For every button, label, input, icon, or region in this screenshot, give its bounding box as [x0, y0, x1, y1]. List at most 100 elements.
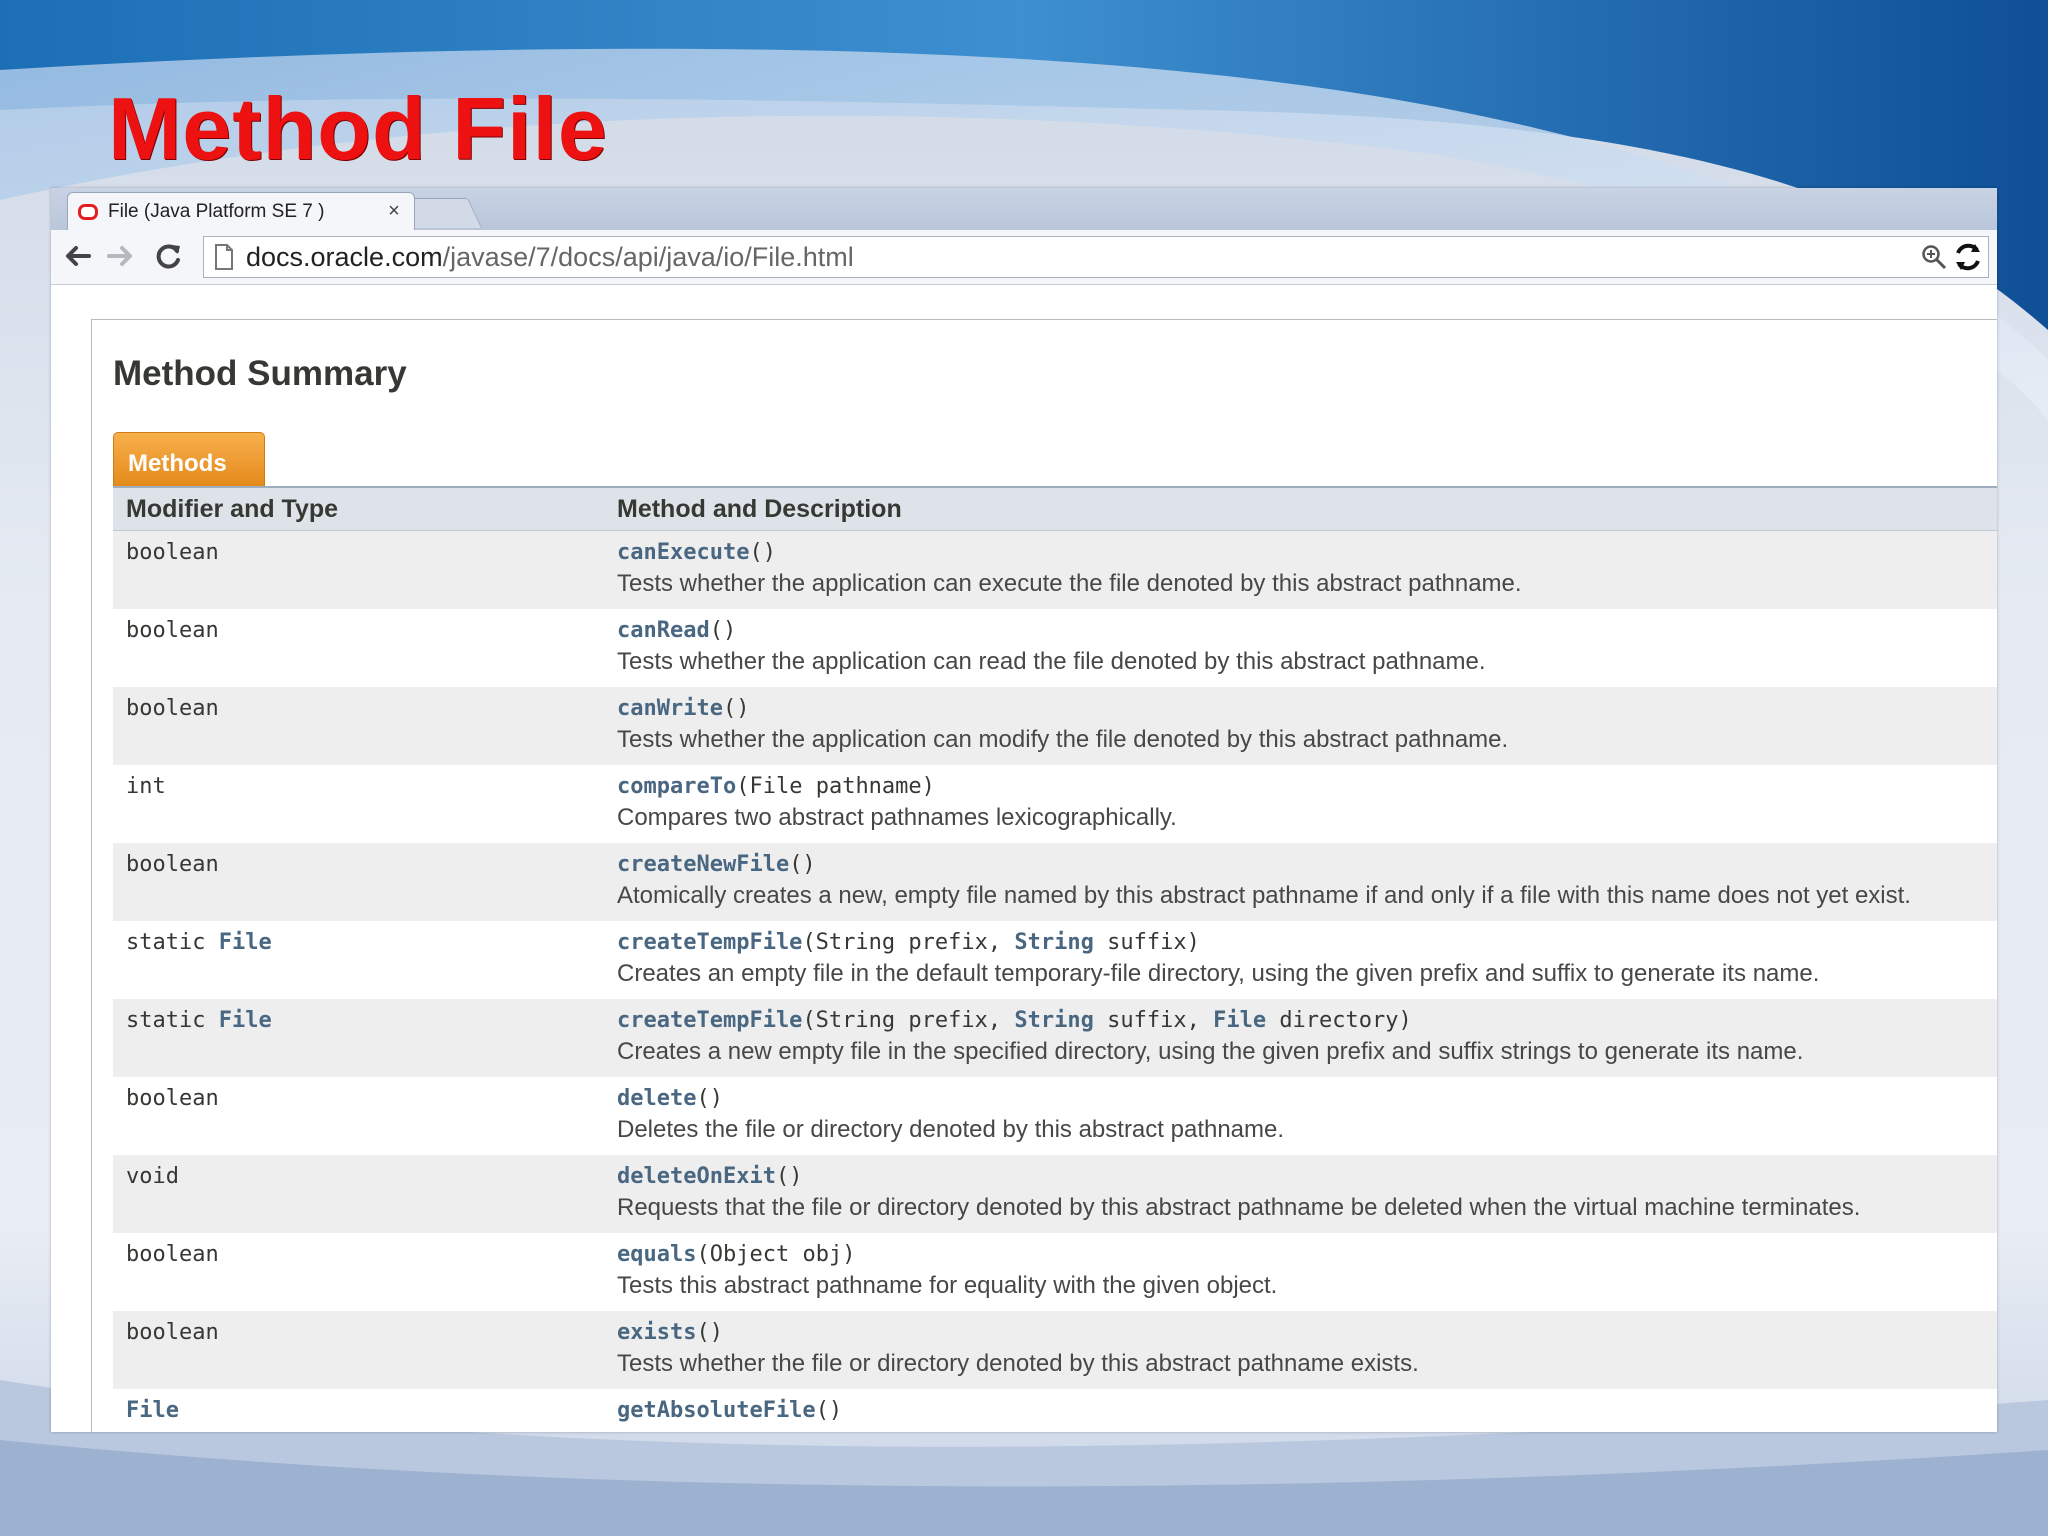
return-type: boolean — [126, 1241, 219, 1267]
method-description-cell: deleteOnExit() Requests that the file or … — [604, 1154, 1997, 1233]
browser-window: File (Java Platform SE 7 ) × docs.oracle… — [51, 188, 1997, 1432]
tab-strip: File (Java Platform SE 7 ) × — [51, 188, 1997, 230]
method-signature: canExecute() — [617, 540, 776, 565]
forward-arrow-icon[interactable] — [103, 238, 139, 274]
method-description: Tests whether the application can execut… — [617, 570, 1522, 597]
method-name-link[interactable]: createTempFile — [617, 1008, 802, 1033]
method-name-link[interactable]: canWrite — [617, 696, 723, 721]
modifier-type-cell: boolean — [113, 608, 604, 687]
table-row: boolean delete() Deletes the file or direc… — [113, 1076, 1997, 1155]
method-name-link[interactable]: delete — [617, 1086, 696, 1111]
method-description-cell: delete() Deletes the file or directory de… — [604, 1076, 1997, 1155]
method-name-link[interactable]: createTempFile — [617, 930, 802, 955]
return-type: static File — [126, 1007, 272, 1033]
page-content: Method Summary Methods Modifier and Type… — [51, 285, 1997, 1432]
modifier-type-cell: File — [113, 1388, 604, 1432]
header-modifier-type: Modifier and Type — [113, 486, 604, 531]
method-name-link[interactable]: canExecute — [617, 540, 749, 565]
method-signature: compareTo(File pathname) — [617, 773, 935, 799]
method-signature: delete() — [617, 1085, 723, 1111]
method-rows: boolean canExecute() Tests whether the app… — [113, 530, 1997, 1432]
method-description-cell: canRead() Tests whether the application c… — [604, 608, 1997, 687]
table-row: boolean equals(Object obj) Tests this abst… — [113, 1232, 1997, 1311]
method-name-link[interactable]: getAbsoluteFile — [617, 1398, 816, 1423]
return-type: boolean — [126, 540, 219, 565]
method-description: Tests whether the application can read t… — [617, 647, 1486, 675]
return-type: boolean — [126, 851, 219, 877]
method-signature: deleteOnExit() — [617, 1163, 803, 1189]
method-description: Tests this abstract pathname for equalit… — [617, 1271, 1278, 1299]
method-description-cell: compareTo(File pathname) Compares two abs… — [604, 764, 1997, 843]
table-row: void deleteOnExit() Requests that the file… — [113, 1154, 1997, 1233]
url-path: /javase/7/docs/api/java/io/File.html — [442, 241, 854, 272]
method-signature: canRead() — [617, 617, 737, 643]
method-signature: createTempFile(String prefix, String suf… — [617, 1007, 1412, 1033]
methods-caption-tab[interactable]: Methods — [113, 432, 265, 486]
method-summary-block: Method Summary Methods Modifier and Type… — [91, 319, 1997, 1432]
section-title: Method Summary — [113, 354, 407, 393]
return-type: boolean — [126, 617, 219, 643]
method-description-cell: exists() Tests whether the file or direct… — [604, 1310, 1997, 1389]
method-signature: getAbsoluteFile() — [617, 1397, 843, 1423]
modifier-type-cell: int — [113, 764, 604, 843]
method-name-link[interactable]: compareTo — [617, 774, 736, 799]
oracle-favicon-icon — [78, 203, 98, 220]
refresh-extension-icon[interactable] — [1950, 239, 1986, 275]
zoom-icon[interactable] — [1918, 241, 1950, 273]
method-description: Deletes the file or directory denoted by… — [617, 1115, 1285, 1143]
table-row: boolean canRead() Tests whether the applic… — [113, 608, 1997, 687]
method-name-link[interactable]: exists — [617, 1320, 696, 1345]
table-row: boolean canExecute() Tests whether the app… — [113, 530, 1997, 609]
modifier-type-cell: boolean — [113, 530, 604, 609]
table-row: boolean createNewFile() Atomically creates… — [113, 842, 1997, 921]
method-description-cell: getAbsoluteFile() — [604, 1388, 1997, 1432]
return-type: boolean — [126, 1319, 219, 1345]
address-bar[interactable]: docs.oracle.com/javase/7/docs/api/java/i… — [203, 236, 1989, 278]
modifier-type-cell: static File — [113, 998, 604, 1077]
back-arrow-icon[interactable] — [59, 238, 95, 274]
return-type: int — [126, 773, 166, 799]
method-signature: createNewFile() — [617, 851, 816, 877]
modifier-type-cell: boolean — [113, 686, 604, 765]
method-description-cell: equals(Object obj) Tests this abstract pa… — [604, 1232, 1997, 1311]
return-type: boolean — [126, 695, 219, 721]
modifier-type-cell: boolean — [113, 1076, 604, 1155]
method-signature: canWrite() — [617, 695, 750, 721]
page-icon — [214, 243, 240, 271]
modifier-type-cell: boolean — [113, 842, 604, 921]
return-type: File — [126, 1397, 179, 1423]
return-type: void — [126, 1163, 179, 1189]
method-name-link[interactable]: canRead — [617, 618, 710, 643]
method-description-cell: canExecute() Tests whether the applicatio… — [604, 530, 1997, 609]
slide-title: Method File — [108, 79, 608, 178]
url-host: docs.oracle.com — [246, 241, 443, 272]
method-signature: equals(Object obj) — [617, 1241, 856, 1267]
method-description: Compares two abstract pathnames lexicogr… — [617, 803, 1177, 831]
method-description-cell: canWrite() Tests whether the application … — [604, 686, 1997, 765]
browser-tab[interactable]: File (Java Platform SE 7 ) × — [67, 192, 415, 230]
close-icon[interactable]: × — [384, 200, 404, 223]
method-name-link[interactable]: deleteOnExit — [617, 1164, 776, 1189]
method-description: Requests that the file or directory deno… — [617, 1193, 1861, 1221]
tab-title: File (Java Platform SE 7 ) — [108, 200, 325, 222]
method-description-cell: createTempFile(String prefix, String suf… — [604, 998, 1997, 1077]
method-description: Atomically creates a new, empty file nam… — [617, 881, 1911, 909]
method-description: Tests whether the application can modify… — [617, 725, 1509, 753]
method-description: Creates an empty file in the default tem… — [617, 959, 1820, 987]
method-description: Tests whether the file or directory deno… — [617, 1349, 1419, 1377]
browser-toolbar: docs.oracle.com/javase/7/docs/api/java/i… — [51, 230, 1997, 285]
method-name-link[interactable]: createNewFile — [617, 852, 789, 877]
header-method-description: Method and Description — [604, 486, 1997, 531]
table-row: static File createTempFile(String prefix,… — [113, 920, 1997, 999]
table-row: int compareTo(File pathname) Compares two … — [113, 764, 1997, 843]
modifier-type-cell: static File — [113, 920, 604, 999]
method-name-link[interactable]: equals — [617, 1242, 696, 1267]
reload-icon[interactable] — [151, 238, 187, 274]
table-row: static File createTempFile(String prefix,… — [113, 998, 1997, 1077]
method-signature: createTempFile(String prefix, String suf… — [617, 929, 1200, 955]
method-summary-table: Modifier and Type Method and Description… — [113, 486, 1997, 1432]
method-description-cell: createNewFile() Atomically creates a new,… — [604, 842, 1997, 921]
url-text: docs.oracle.com/javase/7/docs/api/java/i… — [246, 242, 1918, 273]
modifier-type-cell: boolean — [113, 1310, 604, 1389]
return-type: boolean — [126, 1085, 219, 1111]
